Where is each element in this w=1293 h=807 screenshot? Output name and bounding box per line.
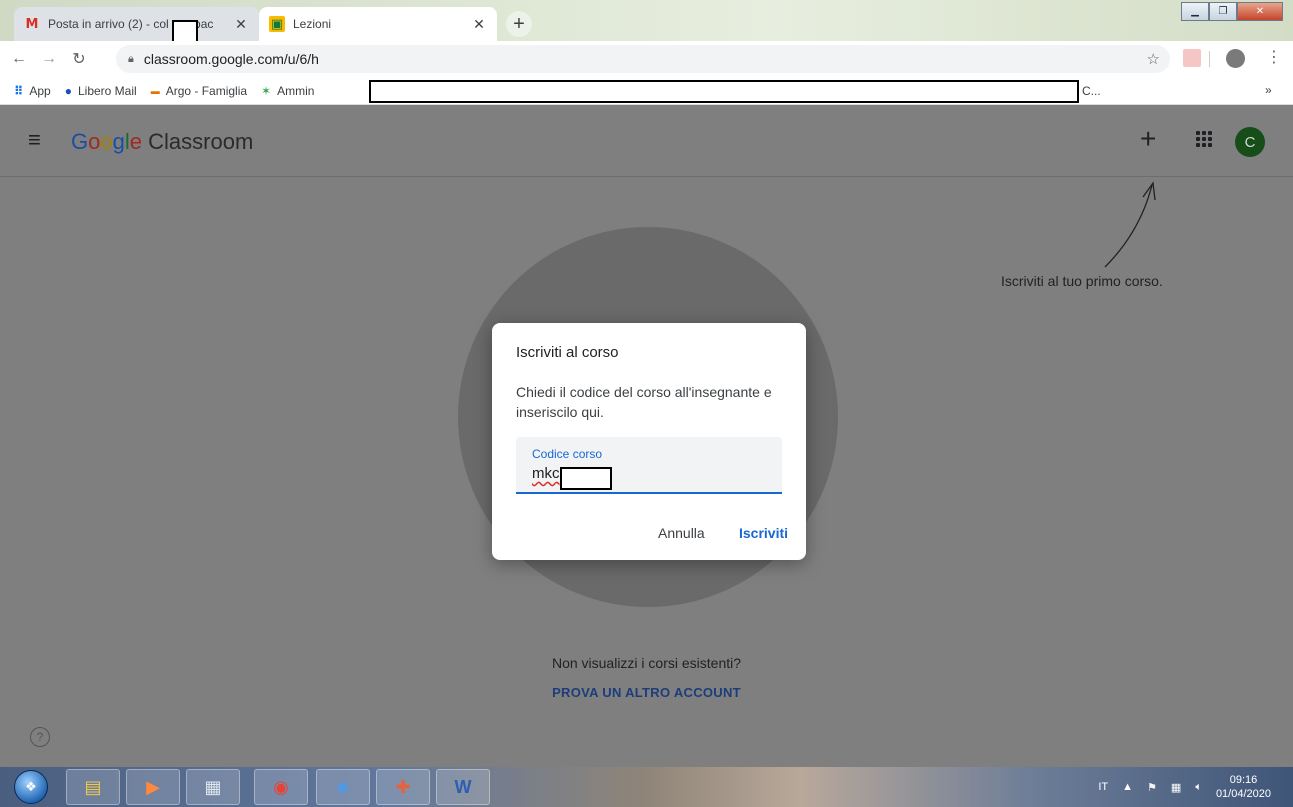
new-tab-button[interactable]: + (506, 11, 532, 37)
dialog-description: Chiedi il codice del corso all'insegnant… (516, 384, 772, 420)
system-tray: IT ▲ ⚑ ▦ 🔈︎ 09:16 01/04/2020 (1098, 767, 1293, 807)
restore-icon[interactable]: ❐ (1209, 2, 1237, 21)
try-another-account-link[interactable]: PROVA UN ALTRO ACCOUNT (552, 685, 741, 700)
app-header: ≡ Google Classroom + C (0, 105, 1293, 177)
redaction-box (172, 20, 198, 43)
volume-icon[interactable]: 🔈︎ (1195, 781, 1202, 794)
clock-time: 09:16 (1229, 774, 1258, 786)
help-icon[interactable]: ? (30, 727, 50, 747)
profile-avatar-icon[interactable] (1226, 49, 1245, 68)
bookmarks-overflow-icon[interactable]: » (1265, 83, 1272, 97)
hamburger-menu-icon[interactable]: ≡ (28, 129, 41, 151)
classroom-icon: ▣ (269, 16, 285, 32)
class-code-field[interactable]: Codice corso mkc (516, 437, 782, 494)
close-tab-icon[interactable]: ✕ (471, 16, 487, 32)
tab-strip: M Posta in arrivo (2) - col .pac ✕ ▣ Lezi… (0, 0, 1293, 43)
bookmark-ammin[interactable]: ✶ Ammin (261, 84, 314, 98)
join-button[interactable]: Iscriviti (739, 525, 788, 541)
gmail-icon: M (25, 16, 39, 32)
explorer-icon[interactable]: ▤ (66, 769, 120, 805)
more-menu-icon[interactable]: ⋮ (1266, 47, 1282, 67)
action-center-flag-icon[interactable]: ⚑ (1147, 781, 1157, 794)
word-icon[interactable]: W (436, 769, 490, 805)
argo-icon: ▬ (150, 85, 160, 96)
start-button[interactable]: ❖ (14, 770, 48, 804)
internet-explorer-icon[interactable]: e (316, 769, 370, 805)
close-tab-icon[interactable]: ✕ (233, 16, 249, 32)
bookmark-star-icon[interactable]: ☆ (1147, 50, 1160, 68)
toolbar-divider (1209, 51, 1210, 67)
bookmark-argo-famiglia[interactable]: ▬ Argo - Famiglia (151, 84, 247, 98)
show-hidden-icons-icon[interactable]: ▲ (1122, 781, 1133, 793)
calculator-icon[interactable]: ▦ (186, 769, 240, 805)
first-course-hint: Iscriviti al tuo primo corso. (1001, 273, 1163, 289)
paint-icon[interactable]: ✚ (376, 769, 430, 805)
close-window-icon[interactable]: ✕ (1237, 2, 1283, 21)
media-player-icon[interactable]: ▶ (126, 769, 180, 805)
bookmark-truncated[interactable]: C... (1082, 84, 1101, 98)
minimize-icon[interactable]: ▁ (1181, 2, 1209, 21)
bookmark-libero-mail[interactable]: ● Libero Mail (65, 84, 137, 98)
no-courses-message: Non visualizzi i corsi esistenti? (551, 655, 742, 671)
tab-gmail[interactable]: M Posta in arrivo (2) - col .pac ✕ (14, 7, 259, 41)
language-indicator[interactable]: IT (1098, 781, 1108, 793)
bookmark-app[interactable]: ⠿ App (14, 84, 51, 98)
pdf-extension-icon[interactable] (1183, 49, 1201, 67)
join-class-dialog: Iscriviti al corso Chiedi il codice del … (492, 323, 806, 560)
window-controls: ▁ ❐ ✕ (1181, 2, 1283, 21)
browser-toolbar: ← → ↻ 🔒︎ classroom.google.com/u/6/h ☆ ⋮ (0, 41, 1293, 77)
tab-lezioni[interactable]: ▣ Lezioni ✕ (259, 7, 497, 41)
class-code-input[interactable]: mkc (532, 465, 560, 482)
add-class-icon[interactable]: + (1140, 123, 1156, 155)
redaction-box (369, 80, 1079, 103)
app-logo[interactable]: Google Classroom (71, 130, 253, 154)
apps-grid-icon: ⠿ (14, 83, 24, 98)
admin-icon: ✶ (261, 83, 272, 98)
tab-title: Posta in arrivo (2) - col (48, 17, 169, 31)
account-avatar[interactable]: C (1235, 127, 1265, 157)
hint-arrow-icon (1104, 181, 1156, 268)
reload-icon[interactable]: ↻ (68, 49, 90, 69)
bookmarks-bar: ⠿ App ● Libero Mail ▬ Argo - Famiglia ✶ Ammi… (0, 77, 1293, 105)
libero-icon: ● (64, 83, 72, 98)
url-text: classroom.google.com/u/6/h (143, 51, 319, 67)
google-apps-icon[interactable] (1196, 131, 1212, 147)
clock-date: 01/04/2020 (1215, 788, 1271, 800)
redaction-box (560, 467, 612, 490)
windows-taskbar: ❖ ▤ ▶ ▦ ◉ e ✚ W IT ▲ ⚑ ▦ 🔈︎ 09:16 01/04/… (0, 767, 1293, 807)
chrome-icon[interactable]: ◉ (254, 769, 308, 805)
cancel-button[interactable]: Annulla (658, 525, 705, 541)
tab-title: Lezioni (293, 17, 332, 31)
back-icon[interactable]: ← (8, 50, 30, 68)
network-icon[interactable]: ▦ (1171, 781, 1181, 794)
forward-icon[interactable]: → (38, 50, 60, 68)
system-clock[interactable]: 09:16 01/04/2020 (1216, 773, 1271, 801)
product-name: Classroom (148, 129, 254, 154)
lock-icon: 🔒︎ (128, 52, 134, 65)
address-bar[interactable]: 🔒︎ classroom.google.com/u/6/h ☆ (116, 45, 1170, 73)
dialog-title: Iscriviti al corso (516, 344, 619, 361)
class-code-label: Codice corso (532, 447, 603, 461)
